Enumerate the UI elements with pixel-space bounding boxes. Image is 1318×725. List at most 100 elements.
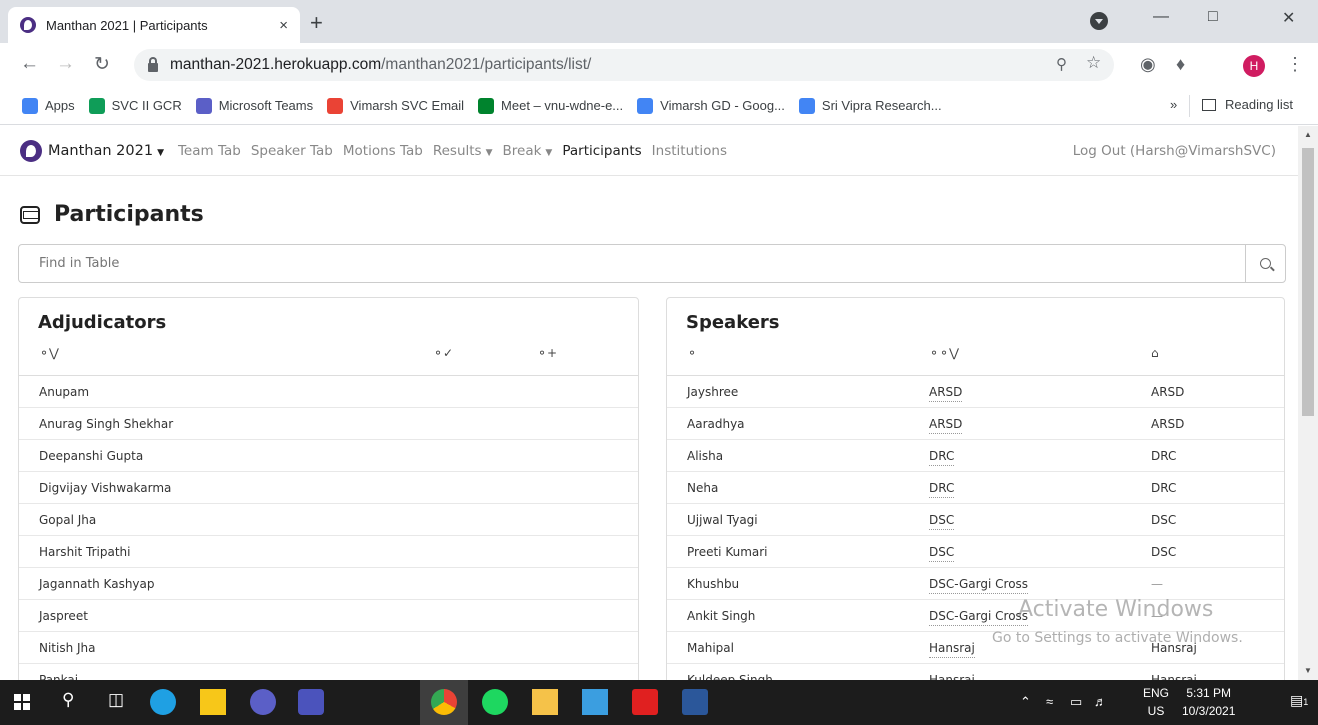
speaker-name: Ujjwal Tyagi [687,513,758,527]
search-button[interactable] [1245,245,1285,282]
table-row: Ujjwal Tyagi DSC DSC [667,504,1284,536]
speaker-team-link[interactable]: ARSD [929,385,963,402]
speaker-name-icon[interactable]: ⚬ [687,346,697,360]
speaker-team-link[interactable]: DRC [929,449,955,466]
bookmark-star-icon[interactable]: ☆ [1086,53,1101,73]
browser-tab[interactable]: Manthan 2021 | Participants × [8,7,300,43]
search-taskbar-icon[interactable]: ⚲ [62,690,74,710]
logout-link[interactable]: Log Out (Harsh@VimarshSVC) [1073,143,1276,159]
speakers-title: Speakers [686,312,780,333]
notification-icon[interactable]: ▤1 [1290,692,1308,709]
language-indicator[interactable]: ENG US [1143,684,1169,720]
bookmarks-divider [1189,95,1190,117]
scroll-down-icon[interactable]: ▼ [1304,666,1312,675]
tab-search-icon[interactable] [1090,12,1108,30]
adjudicator-name: Digvijay Vishwakarma [39,481,172,495]
nav-participants[interactable]: Participants [562,143,641,159]
speaker-team-link[interactable]: DRC [929,481,955,498]
close-window-icon[interactable]: ✕ [1282,8,1295,28]
wifi-icon[interactable]: ≈ [1046,694,1053,709]
reading-list-button[interactable]: Reading list [1202,97,1293,112]
acrobat-icon[interactable] [632,689,658,715]
forward-icon[interactable]: → [56,53,75,75]
reload-icon[interactable]: ↻ [94,53,110,76]
table-row: Khushbu DSC-Gargi Cross — [667,568,1284,600]
bookmark-email[interactable]: Vimarsh SVC Email [327,97,464,114]
back-icon[interactable]: ← [20,53,39,75]
page-scrollbar[interactable]: ▲ ▼ [1298,126,1318,680]
nav-team-tab[interactable]: Team Tab [178,143,241,159]
speaker-institution: DSC [1151,545,1177,559]
teams-chat-icon[interactable] [250,689,276,715]
speaker-team-link[interactable]: DSC [929,513,955,530]
scroll-thumb[interactable] [1302,148,1314,416]
speaker-name: Alisha [687,449,724,463]
table-row: Harshit Tripathi [19,536,638,568]
table-row: Digvijay Vishwakarma [19,472,638,504]
table-row: Aaradhya ARSD ARSD [667,408,1284,440]
bookmark-meet[interactable]: Meet – vnu-wdne-e... [478,97,623,114]
site-navbar: Manthan 2021 ▼ Team Tab Speaker Tab Motio… [0,126,1298,176]
speaker-institution: ARSD [1151,385,1185,399]
extension-icon[interactable]: ◉ [1140,54,1156,75]
word-icon[interactable] [682,689,708,715]
bookmark-apps[interactable]: Apps [22,97,75,114]
scroll-up-icon[interactable]: ▲ [1304,130,1312,139]
address-bar[interactable]: manthan-2021.herokuapp.com/manthan2021/p… [134,49,1114,81]
table-row: Nitish Jha [19,632,638,664]
menu-kebab-icon[interactable]: ⋮ [1286,54,1304,75]
nav-break-menu[interactable]: Break ▼ [503,143,553,159]
search-input[interactable] [19,245,1245,282]
speaker-team-link[interactable]: ARSD [929,417,963,434]
photos-icon[interactable] [582,689,608,715]
teams-icon[interactable] [298,689,324,715]
file-explorer-icon[interactable] [532,689,558,715]
speaker-team-link[interactable]: DSC-Gargi Cross [929,609,1029,626]
speaker-name: Neha [687,481,719,495]
sticky-notes-icon[interactable] [200,689,226,715]
zoom-icon[interactable]: ⚲ [1056,55,1067,73]
name-sort-icon[interactable]: ⚬⋁ [39,346,59,360]
adjudicator-name: Nitish Jha [39,641,96,655]
nav-results-menu[interactable]: Results ▼ [433,143,493,159]
spotify-icon[interactable] [482,689,508,715]
site-favicon-icon [20,17,36,33]
nav-speaker-tab[interactable]: Speaker Tab [251,143,333,159]
edge-icon[interactable] [150,689,176,715]
tab-close-icon[interactable]: × [279,17,288,34]
tabbycat-logo-icon[interactable] [20,139,42,162]
speaker-name: Ankit Singh [687,609,756,623]
nav-institutions[interactable]: Institutions [652,143,727,159]
team-sort-icon[interactable]: ⚬⚬⋁ [929,346,959,360]
chrome-icon[interactable] [431,689,457,715]
tournament-menu[interactable]: Manthan 2021 ▼ [48,143,164,159]
new-tab-button[interactable]: + [310,10,323,36]
speaker-team-link[interactable]: Hansraj [929,673,975,680]
speaker-team-link[interactable]: Hansraj [929,641,975,658]
adjudicator-core-icon[interactable]: ⚬✓ [433,346,453,360]
nav-motions-tab[interactable]: Motions Tab [343,143,423,159]
show-hidden-icons[interactable]: ⌃ [1020,694,1031,710]
docs-icon [798,97,815,114]
battery-icon[interactable]: ▭ [1070,694,1082,710]
meet-icon [478,97,495,114]
maximize-icon[interactable]: □ [1208,8,1218,26]
more-bookmarks-button[interactable]: » [1170,97,1177,112]
adjudicator-independent-icon[interactable]: ⚬+ [537,346,557,360]
task-view-icon[interactable]: ◫ [108,690,124,710]
bookmark-svc-gcr[interactable]: SVC II GCR [88,97,182,114]
speaker-team-link[interactable]: DSC [929,545,955,562]
bookmark-vimarsh-gd[interactable]: Vimarsh GD - Goog... [637,97,785,114]
minimize-icon[interactable]: — [1153,8,1169,26]
start-button-icon[interactable] [14,694,30,710]
institution-icon[interactable]: ⌂ [1151,346,1159,360]
bookmark-sri-vipra[interactable]: Sri Vipra Research... [798,97,942,114]
windows-taskbar: ⚲ ◫ ⌃ ≈ ▭ ♬ ENG US 5:31 PM 10/3/2021 ▤1 [0,680,1318,725]
clock[interactable]: 5:31 PM 10/3/2021 [1182,684,1235,720]
profile-avatar[interactable]: H [1243,55,1265,77]
speaker-team-link[interactable]: DSC-Gargi Cross [929,577,1029,594]
teams-icon [195,97,212,114]
extensions-puzzle-icon[interactable]: ♦ [1176,54,1185,75]
bookmark-teams[interactable]: Microsoft Teams [195,97,313,114]
volume-icon[interactable]: ♬ [1094,694,1107,709]
